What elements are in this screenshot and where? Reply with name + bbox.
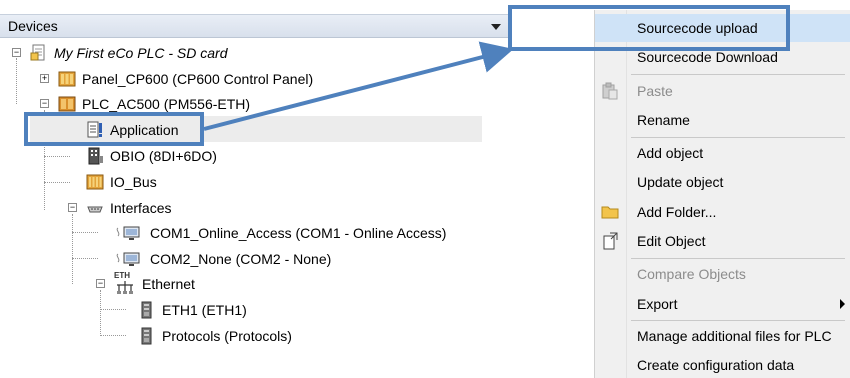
- annotation-arrow: [203, 41, 514, 131]
